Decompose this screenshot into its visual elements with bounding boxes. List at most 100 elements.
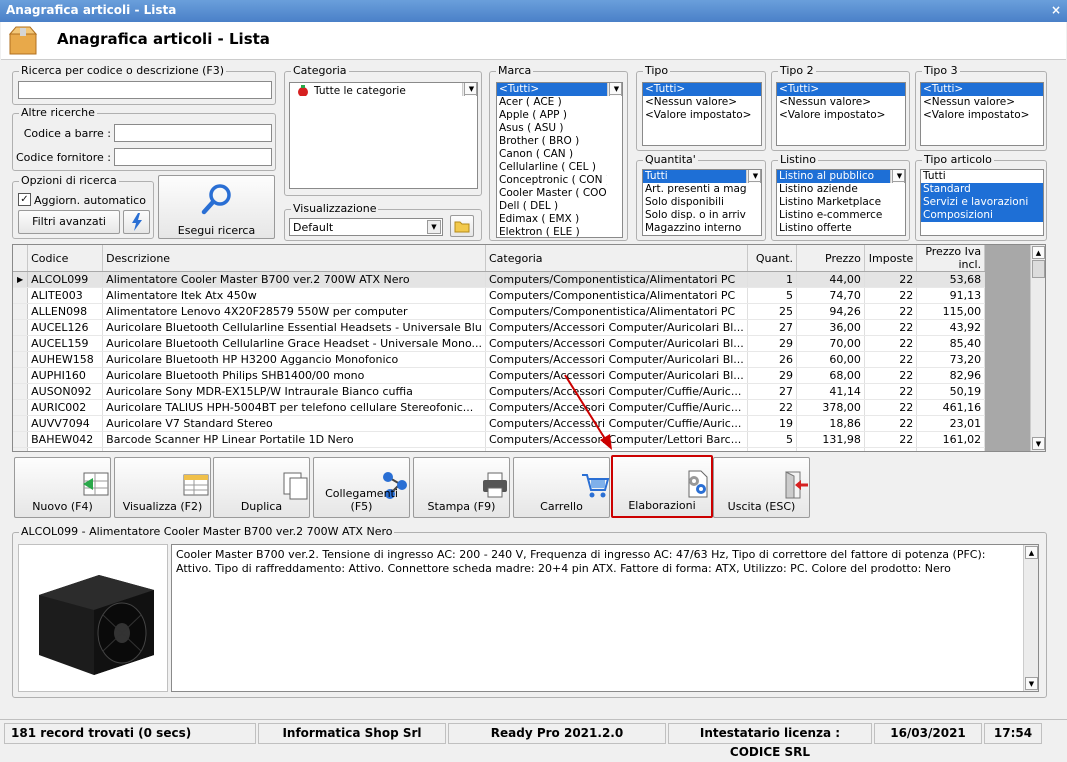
scroll-up-icon[interactable]: ▲ — [1025, 546, 1038, 559]
list-item[interactable]: <Valore impostato> — [777, 109, 905, 122]
view-select[interactable]: Default ▼ — [289, 218, 443, 236]
list-item[interactable]: <Nessun valore> — [643, 96, 761, 109]
articles-table[interactable]: Codice Descrizione Categoria Quant. Prezzo Im… — [12, 244, 1046, 452]
list-item[interactable]: Art. presenti a magazzino — [643, 183, 746, 196]
row-indicator[interactable] — [13, 447, 29, 451]
list-item[interactable]: Cooler Master ( COO ) — [497, 187, 607, 200]
table-row[interactable]: AUHEW158 Auricolare Bluetooth HP H3200 Ag… — [13, 351, 1045, 368]
scroll-up-icon[interactable]: ▲ — [1032, 246, 1045, 259]
run-search-button[interactable]: Esegui ricerca — [158, 175, 275, 239]
auto-update-checkbox[interactable]: ✓ — [18, 193, 31, 206]
list-item[interactable]: Apple ( APP ) — [497, 109, 607, 122]
category-tree[interactable]: Tutte le categorieAssistenza HardwareAss… — [289, 82, 478, 189]
table-row[interactable]: ALITE003 Alimentatore Itek Atx 450w Comput… — [13, 287, 1045, 304]
type2-list[interactable]: <Tutti> <Nessun valore> <Valore impostato> — [776, 82, 906, 146]
column-header[interactable]: Prezzo — [796, 245, 865, 272]
chevron-down-icon[interactable]: ▼ — [427, 220, 441, 234]
table-scrollbar[interactable]: ▲ ▼ — [1030, 245, 1045, 451]
list-scrollbar[interactable]: ▲▼ — [890, 170, 905, 183]
list-item[interactable]: Conceptronic ( CON ) — [497, 174, 607, 187]
toolbar-button-stampa[interactable]: Stampa (F9) — [413, 457, 510, 518]
list-item[interactable]: Acer ( ACE ) — [497, 96, 607, 109]
table-row[interactable]: ALLEN098 Alimentatore Lenovo 4X20F28579 5… — [13, 303, 1045, 320]
scroll-down-icon[interactable]: ▼ — [1032, 437, 1045, 450]
row-indicator[interactable] — [13, 351, 29, 368]
row-indicator[interactable] — [13, 431, 29, 448]
list-item[interactable]: Listino Marketplace — [777, 196, 890, 209]
table-row[interactable]: BAHEW43Barcode Scanner HP QY439AA Fisso … — [13, 447, 1045, 451]
list-item[interactable]: <Valore impostato> — [921, 109, 1043, 122]
supplier-code-input[interactable] — [114, 148, 272, 166]
table-row[interactable]: AUCEL159 Auricolare Bluetooth Cellularlin… — [13, 335, 1045, 352]
toolbar-button-elaborazioni[interactable]: Elaborazioni — [611, 455, 713, 518]
category-tree-item[interactable]: Tutte le categorie — [292, 83, 477, 96]
column-header[interactable]: Prezzo Iva incl. — [916, 245, 986, 272]
list-item[interactable]: Tutti — [643, 170, 746, 183]
table-row[interactable]: AUPHI160 Auricolare Bluetooth Philips SHB… — [13, 367, 1045, 384]
detail-scrollbar[interactable]: ▲ ▼ — [1023, 545, 1038, 691]
toolbar-button-nuovo[interactable]: Nuovo (F4) — [14, 457, 111, 518]
list-item[interactable]: Tutti — [921, 170, 1043, 183]
row-indicator[interactable] — [13, 335, 29, 352]
list-item[interactable]: <Nessun valore> — [777, 96, 905, 109]
scroll-down-icon[interactable]: ▼ — [1025, 677, 1038, 690]
list-item[interactable]: Composizioni — [921, 209, 1043, 222]
list-item[interactable]: Listino e-commerce — [777, 209, 890, 222]
article-type-list[interactable]: Tutti Standard Servizi e lavorazioni Compos… — [920, 169, 1044, 236]
list-item[interactable]: Dell ( DEL ) — [497, 200, 607, 213]
list-scrollbar[interactable]: ▲▼ — [607, 83, 622, 96]
list-item[interactable]: Solo disp. o in arrivo — [643, 209, 746, 222]
list-scrollbar[interactable]: ▲▼ — [746, 170, 761, 183]
list-item[interactable]: <Tutti> — [643, 83, 761, 96]
lightning-button[interactable] — [123, 210, 150, 234]
barcode-input[interactable] — [114, 124, 272, 142]
toolbar-button-visualizza[interactable]: Visualizza (F2) — [114, 457, 211, 518]
table-row[interactable]: AUVV7094 Auricolare V7 Standard Stereo Com… — [13, 415, 1045, 432]
toolbar-button-collegamenti[interactable]: Collegamenti (F5) — [313, 457, 410, 518]
column-header[interactable]: Codice — [27, 245, 104, 272]
type-list[interactable]: <Tutti> <Nessun valore> <Valore impostato> — [642, 82, 762, 146]
brand-list[interactable]: <Tutti> Acer ( ACE ) Apple ( APP ) Asus ( A… — [496, 82, 623, 238]
list-item[interactable]: Standard — [921, 183, 1043, 196]
row-indicator[interactable] — [13, 319, 29, 336]
list-item[interactable]: Solo disponibili — [643, 196, 746, 209]
list-item[interactable]: Edimax ( EMX ) — [497, 213, 607, 226]
table-row[interactable]: BAHEW042 Barcode Scanner HP Linear Portat… — [13, 431, 1045, 448]
list-item[interactable]: Servizi e lavorazioni — [921, 196, 1043, 209]
list-item[interactable]: <Nessun valore> — [921, 96, 1043, 109]
column-header[interactable]: Imposte — [864, 245, 918, 272]
table-row[interactable]: AUSON092 Auricolare Sony MDR-EX15LP/W Int… — [13, 383, 1045, 400]
scroll-thumb[interactable] — [1032, 260, 1045, 278]
close-icon[interactable]: × — [1051, 3, 1061, 17]
list-item[interactable]: Listino al pubblico — [777, 170, 890, 183]
table-row[interactable]: AURIC002 Auricolare TALIUS HPH-5004BT per… — [13, 399, 1045, 416]
column-header[interactable]: Quant. — [747, 245, 798, 272]
pricelist-list[interactable]: Listino al pubblico Listino aziende Listin… — [776, 169, 906, 236]
list-item[interactable]: Cellularline ( CEL ) — [497, 161, 607, 174]
toolbar-button-duplica[interactable]: Duplica — [213, 457, 310, 518]
scroll-down-icon[interactable]: ▼ — [464, 83, 477, 95]
column-header[interactable]: Descrizione — [102, 245, 486, 272]
list-item[interactable]: Asus ( ASU ) — [497, 122, 607, 135]
row-indicator[interactable] — [13, 415, 29, 432]
toolbar-button-uscita[interactable]: Uscita (ESC) — [713, 457, 810, 518]
list-item[interactable]: Listino aziende — [777, 183, 890, 196]
table-row[interactable]: ▶ ALCOL099 Alimentatore Cooler Master B700… — [13, 271, 1045, 288]
search-input[interactable] — [18, 81, 272, 99]
row-indicator[interactable] — [13, 303, 29, 320]
row-indicator[interactable]: ▶ — [13, 271, 29, 288]
toolbar-button-carrello[interactable]: Carrello — [513, 457, 610, 518]
table-row[interactable]: AUCEL126 Auricolare Bluetooth Cellularlin… — [13, 319, 1045, 336]
list-item[interactable]: Listino offerte — [777, 222, 890, 235]
list-item[interactable]: <Tutti> — [921, 83, 1043, 96]
advanced-filters-button[interactable]: Filtri avanzati — [18, 210, 120, 234]
list-item[interactable]: Magazzino interno — [643, 222, 746, 235]
list-item[interactable]: <Tutti> — [497, 83, 607, 96]
list-item[interactable]: <Valore impostato> — [643, 109, 761, 122]
row-indicator[interactable] — [13, 287, 29, 304]
row-indicator[interactable] — [13, 367, 29, 384]
list-item[interactable]: <Tutti> — [777, 83, 905, 96]
category-scrollbar[interactable]: ▲▼ — [462, 83, 477, 96]
scroll-down-icon[interactable]: ▼ — [609, 83, 622, 95]
row-indicator[interactable] — [13, 399, 29, 416]
